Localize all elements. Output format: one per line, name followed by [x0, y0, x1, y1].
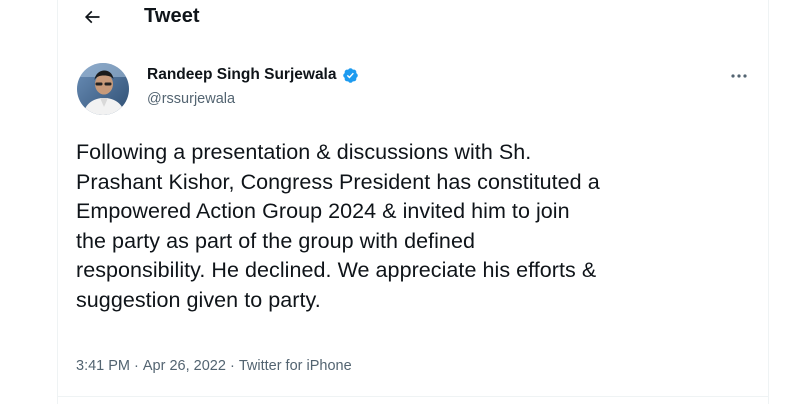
more-horizontal-icon [731, 74, 747, 78]
more-options-button[interactable] [726, 66, 752, 86]
meta-separator: · [225, 358, 239, 374]
tweet-date[interactable]: Apr 26, 2022 [143, 358, 226, 374]
tweet-source[interactable]: Twitter for iPhone [239, 358, 352, 374]
profile-photo [77, 63, 129, 115]
verified-badge-icon [342, 67, 359, 84]
tweet-time[interactable]: 3:41 PM [76, 358, 130, 374]
tweet-text: Following a presentation & discussions w… [76, 140, 600, 312]
page-header: Tweet [57, 0, 769, 36]
arrow-left-icon [84, 10, 100, 24]
divider [57, 396, 769, 397]
page-title: Tweet [144, 5, 200, 27]
author-handle[interactable]: @rssurjewala [147, 91, 235, 107]
tweet-page: Tweet Randeep Singh Surjewala @rssurjewa… [0, 0, 800, 404]
back-button[interactable] [79, 4, 105, 30]
author-name-row[interactable]: Randeep Singh Surjewala [147, 66, 359, 84]
author-display-name[interactable]: Randeep Singh Surjewala [147, 66, 337, 84]
avatar[interactable] [77, 63, 129, 115]
tweet-metadata: 3:41 PM · Apr 26, 2022 · Twitter for iPh… [76, 358, 352, 374]
meta-separator: · [130, 358, 143, 374]
